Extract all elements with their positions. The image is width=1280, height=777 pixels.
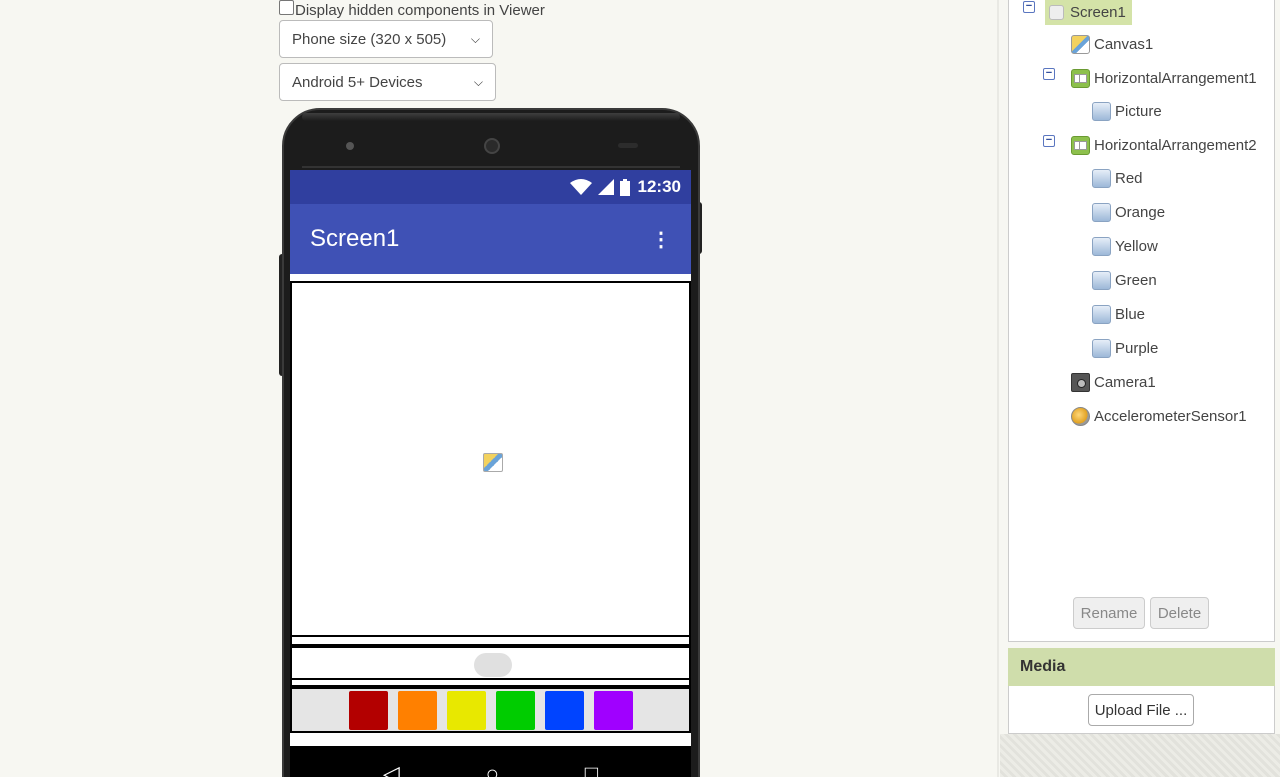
tree-item-screen1[interactable]: Screen1 bbox=[1045, 0, 1132, 25]
chevron-down-icon: ⌵ bbox=[473, 74, 483, 89]
canvas-icon bbox=[1071, 34, 1090, 54]
component-separator bbox=[290, 733, 691, 748]
tree-item-horizontalarrangement1[interactable]: HorizontalArrangement1 bbox=[1071, 66, 1257, 90]
tree-item-label: Purple bbox=[1115, 339, 1159, 357]
component-separator bbox=[290, 680, 691, 687]
recent-apps-icon[interactable]: □ bbox=[585, 763, 598, 777]
phone-size-select[interactable]: Phone size (320 x 505) ⌵ bbox=[279, 20, 493, 58]
upload-file-button[interactable]: Upload File ... bbox=[1088, 694, 1194, 726]
tree-item-label: Canvas1 bbox=[1094, 35, 1154, 53]
tree-item-canvas1[interactable]: Canvas1 bbox=[1071, 32, 1153, 56]
button-icon bbox=[1092, 304, 1111, 324]
background-pattern bbox=[1000, 734, 1280, 777]
button-icon bbox=[1092, 101, 1111, 121]
color-button-blue[interactable] bbox=[544, 690, 584, 730]
front-camera-icon bbox=[346, 142, 354, 150]
color-button-green[interactable] bbox=[495, 690, 535, 730]
rename-button[interactable]: Rename bbox=[1073, 597, 1145, 629]
tree-item-label: Red bbox=[1115, 169, 1143, 187]
horizontal-arrangement-icon bbox=[1071, 135, 1090, 155]
collapse-screen1-toggle[interactable]: − bbox=[1023, 1, 1035, 13]
canvas-component[interactable] bbox=[290, 281, 691, 637]
tree-item-red[interactable]: Red bbox=[1092, 166, 1143, 190]
device-theme-select[interactable]: Android 5+ Devices ⌵ bbox=[279, 63, 496, 101]
component-separator bbox=[290, 637, 691, 646]
tree-item-yellow[interactable]: Yellow bbox=[1092, 234, 1158, 258]
tree-item-picture[interactable]: Picture bbox=[1092, 99, 1162, 123]
tree-item-label: Screen1 bbox=[1070, 3, 1126, 21]
delete-button[interactable]: Delete bbox=[1150, 597, 1209, 629]
tree-item-label: Picture bbox=[1115, 102, 1162, 120]
camera-icon bbox=[1071, 372, 1090, 392]
app-title: Screen1 bbox=[310, 225, 400, 252]
picture-component[interactable] bbox=[474, 653, 512, 677]
hidden-components-checkbox[interactable] bbox=[279, 0, 294, 15]
nav-bar: ◁ ○ □ bbox=[290, 748, 691, 777]
tree-item-label: HorizontalArrangement1 bbox=[1094, 69, 1257, 87]
accelerometer-icon bbox=[1071, 406, 1090, 426]
signal-icon bbox=[597, 179, 614, 195]
phone-screen: 12:30 Screen1 ⋮ bbox=[290, 170, 691, 748]
color-button-purple[interactable] bbox=[593, 690, 633, 730]
panel-divider bbox=[997, 0, 999, 777]
button-icon bbox=[1092, 338, 1111, 358]
speaker-icon bbox=[484, 138, 500, 154]
collapse-ha1-toggle[interactable]: − bbox=[1043, 68, 1055, 80]
tree-item-label: Camera1 bbox=[1094, 373, 1156, 391]
device-theme-value: Android 5+ Devices bbox=[292, 73, 423, 91]
hidden-components-label: Display hidden components in Viewer bbox=[295, 1, 545, 19]
hidden-components-checkbox-row[interactable]: Display hidden components in Viewer bbox=[279, 0, 545, 20]
media-panel-header: Media bbox=[1008, 648, 1275, 686]
status-time: 12:30 bbox=[637, 177, 681, 196]
home-icon[interactable]: ○ bbox=[486, 763, 499, 777]
color-button-yellow[interactable] bbox=[446, 690, 486, 730]
button-icon bbox=[1092, 168, 1111, 188]
horizontal-arrangement-1[interactable] bbox=[290, 646, 691, 680]
tree-item-label: Blue bbox=[1115, 305, 1146, 323]
color-button-orange[interactable] bbox=[397, 690, 437, 730]
tree-item-label: HorizontalArrangement2 bbox=[1094, 136, 1257, 154]
tree-item-label: AccelerometerSensor1 bbox=[1094, 407, 1247, 425]
horizontal-arrangement-icon bbox=[1071, 68, 1090, 88]
canvas-icon bbox=[483, 453, 503, 472]
proximity-sensor bbox=[618, 143, 638, 148]
horizontal-arrangement-2[interactable] bbox=[290, 687, 691, 733]
battery-icon bbox=[619, 178, 630, 196]
collapse-ha2-toggle[interactable]: − bbox=[1043, 135, 1055, 147]
button-icon bbox=[1092, 236, 1111, 256]
tree-item-camera1[interactable]: Camera1 bbox=[1071, 370, 1156, 394]
tree-item-blue[interactable]: Blue bbox=[1092, 302, 1145, 326]
tree-item-label: Yellow bbox=[1115, 237, 1158, 255]
tree-item-purple[interactable]: Purple bbox=[1092, 336, 1158, 360]
screen-icon bbox=[1049, 4, 1064, 20]
tree-item-green[interactable]: Green bbox=[1092, 268, 1157, 292]
tree-item-label: Orange bbox=[1115, 203, 1166, 221]
tree-item-horizontalarrangement2[interactable]: HorizontalArrangement2 bbox=[1071, 133, 1257, 157]
phone-shine bbox=[302, 113, 680, 121]
button-icon bbox=[1092, 270, 1111, 290]
phone-bezel-line bbox=[302, 166, 680, 168]
chevron-down-icon: ⌵ bbox=[470, 31, 480, 46]
phone-size-value: Phone size (320 x 505) bbox=[292, 30, 447, 48]
tree-item-accelerometersensor1[interactable]: AccelerometerSensor1 bbox=[1071, 404, 1247, 428]
color-button-red[interactable] bbox=[348, 690, 388, 730]
status-bar: 12:30 bbox=[290, 170, 691, 204]
overflow-menu-icon[interactable]: ⋮ bbox=[651, 227, 671, 252]
button-icon bbox=[1092, 202, 1111, 222]
tree-item-label: Green bbox=[1115, 271, 1157, 289]
wifi-icon bbox=[569, 179, 592, 195]
app-bar: Screen1 ⋮ bbox=[290, 204, 691, 274]
back-icon[interactable]: ◁ bbox=[383, 763, 400, 777]
tree-item-orange[interactable]: Orange bbox=[1092, 200, 1165, 224]
